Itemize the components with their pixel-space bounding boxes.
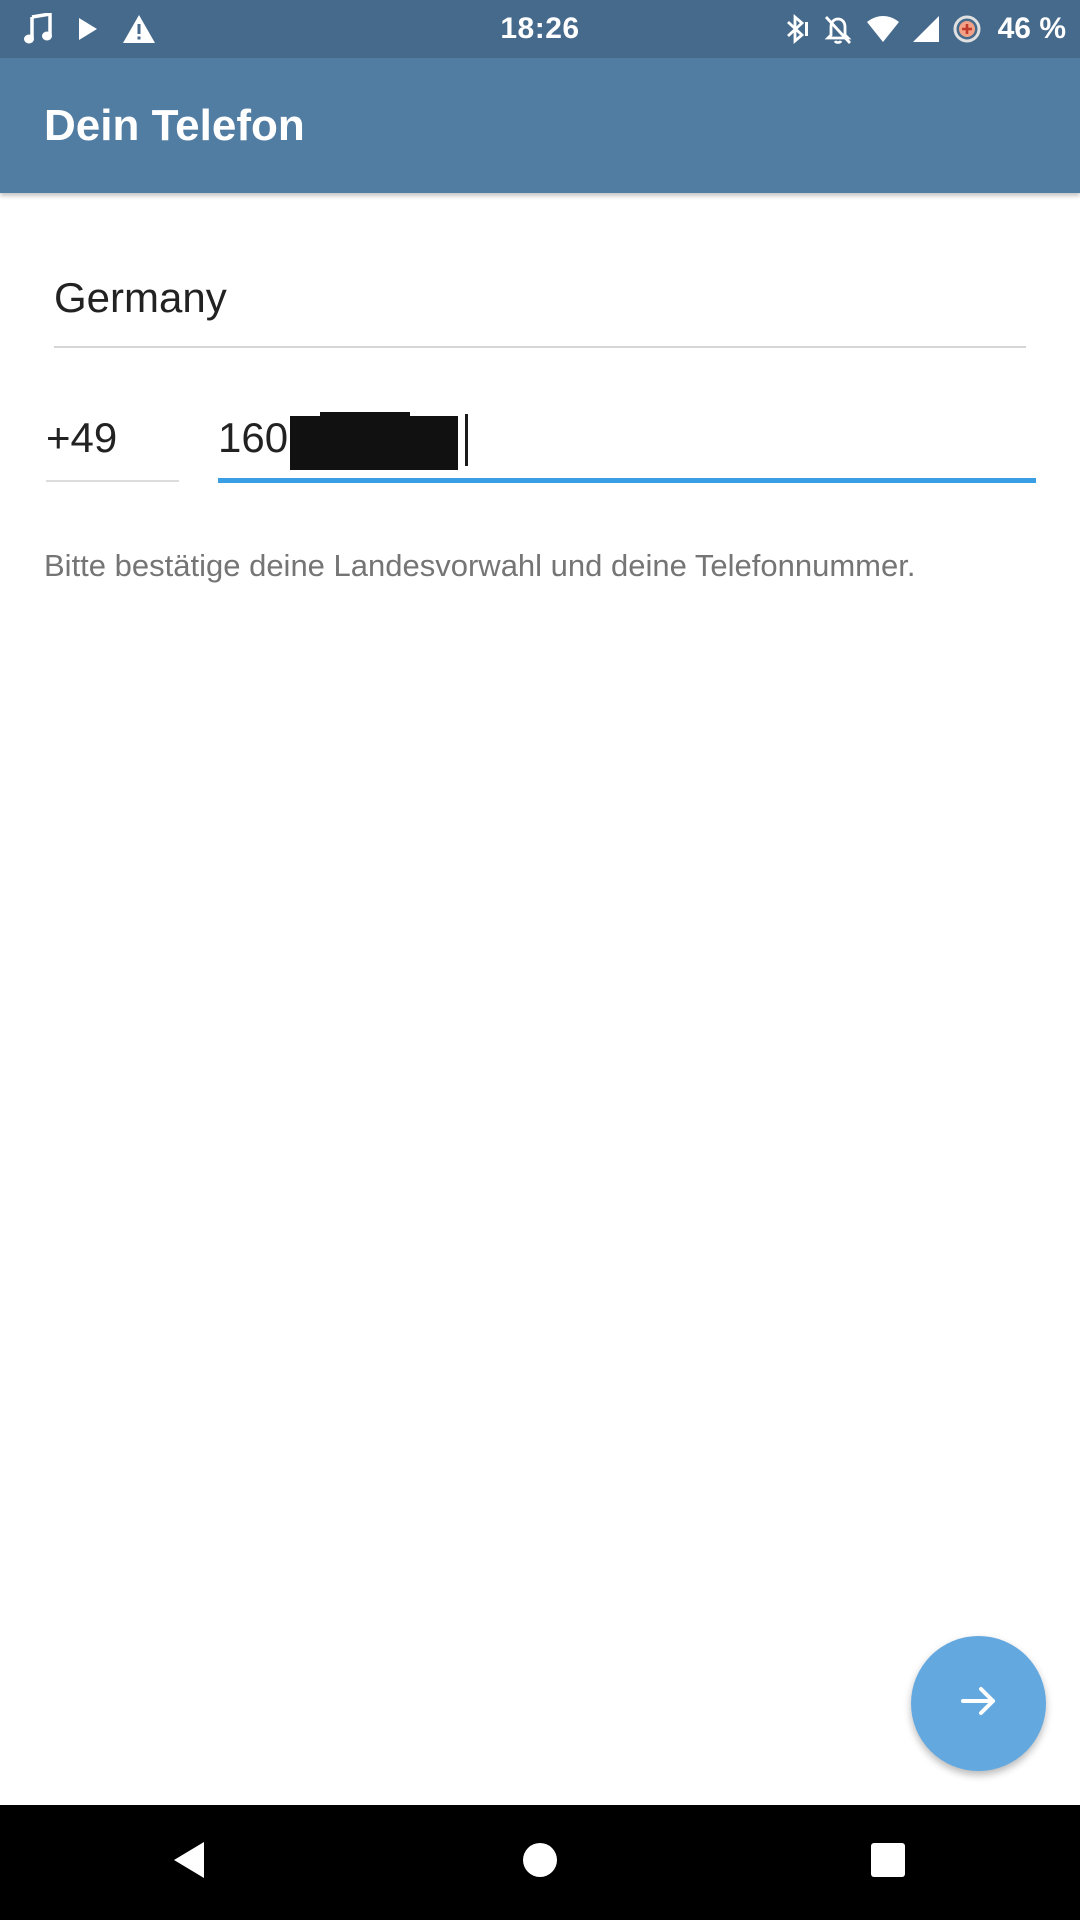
recents-button[interactable] <box>828 1805 948 1920</box>
data-saver-icon <box>952 14 982 44</box>
signal-icon <box>912 15 940 43</box>
battery-percentage: 46 % <box>997 12 1066 45</box>
notifications-off-icon <box>822 13 854 45</box>
country-value: Germany <box>54 274 227 321</box>
country-code-input[interactable]: +49 <box>46 404 179 482</box>
home-button[interactable] <box>480 1805 600 1920</box>
back-button[interactable] <box>130 1805 250 1920</box>
wifi-icon <box>866 15 900 43</box>
text-cursor <box>465 414 468 466</box>
hint-text: Bitte bestätige deine Landesvorwahl und … <box>44 548 916 583</box>
app-bar: Dein Telefon <box>0 58 1080 193</box>
redaction-block <box>290 416 458 470</box>
country-code-value: +49 <box>46 414 118 461</box>
phone-number-input[interactable]: 160 <box>218 404 1036 483</box>
back-icon <box>170 1838 210 1887</box>
recents-icon <box>868 1840 908 1885</box>
status-right-icons: 46 % <box>784 0 1066 58</box>
navigation-bar <box>0 1805 1080 1920</box>
next-button[interactable] <box>911 1636 1046 1771</box>
phone-number-value: 160 <box>218 414 289 461</box>
country-selector[interactable]: Germany <box>54 262 1026 348</box>
page-title: Dein Telefon <box>44 101 305 150</box>
bluetooth-icon <box>784 13 810 45</box>
home-icon <box>520 1840 560 1885</box>
arrow-right-icon <box>957 1679 1001 1728</box>
status-bar: 18:26 46 % <box>0 0 1080 58</box>
